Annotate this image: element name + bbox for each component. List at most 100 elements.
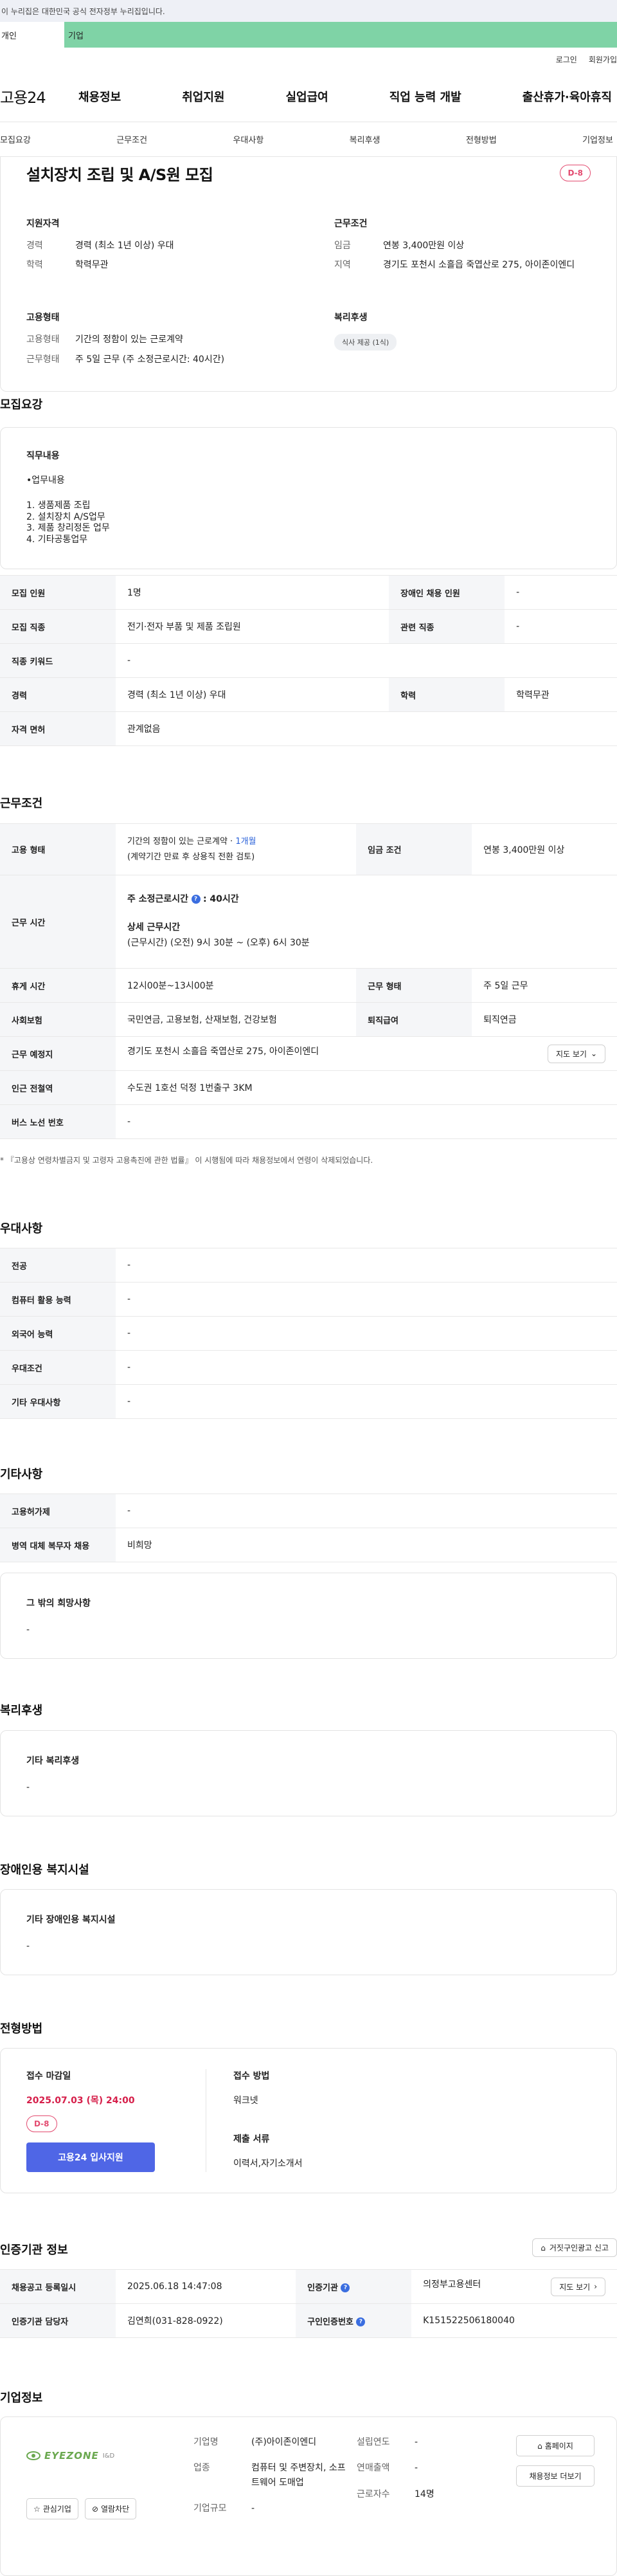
star-icon: ☆ — [33, 2504, 40, 2514]
gnb-item-jobs[interactable]: 채용정보 — [78, 88, 121, 105]
table-cell: 주 5일 근무 — [472, 968, 617, 1003]
work-heading: 근무조건 — [0, 797, 43, 810]
duty-label: 직무내용 — [26, 451, 60, 461]
duty-box: 직무내용 •업무내용 1. 생품제품 조립 2. 설치장치 A/S업무 3. 제… — [0, 427, 617, 569]
anchor-welfare[interactable]: 복리후생 — [350, 133, 380, 145]
anchor-preference[interactable]: 우대사항 — [233, 133, 264, 145]
method-value: 워크넷 — [233, 2096, 258, 2106]
etc-other-label: 그 밖의 희망사항 — [26, 1598, 91, 1609]
table-row: 자격 면허 관계없음 — [0, 711, 617, 746]
anchor-company[interactable]: 기업정보 — [582, 133, 613, 145]
selection-heading: 전형방법 — [0, 2022, 43, 2036]
company-actions: ⌂ 홈페이지 채용정보 더보기 — [516, 2435, 595, 2557]
help-icon[interactable]: ? — [356, 2317, 366, 2326]
table-cell: - — [116, 643, 617, 678]
anchor-work-conditions[interactable]: 근무조건 — [116, 133, 147, 145]
homepage-button[interactable]: ⌂ 홈페이지 — [516, 2435, 595, 2456]
welfare-heading: 복리후생 — [0, 1704, 43, 1717]
login-link[interactable]: 로그인 — [556, 54, 577, 65]
table-header-cell: 인증기관 ? — [296, 2269, 412, 2304]
hours-main-label: 주 소정근로시간 — [127, 894, 189, 905]
dday-badge: D-8 — [26, 2115, 57, 2132]
interest-company-label: 관심기업 — [42, 2505, 71, 2514]
homepage-button-label: 홈페이지 — [544, 2442, 573, 2451]
summary-edu-value: 학력무관 — [75, 260, 109, 271]
company-name-value: (주)아이존이엔디 — [251, 2437, 317, 2447]
table-header-cell: 관련 직종 — [389, 609, 505, 644]
disability-box: 기타 장애인용 복지시설 - — [0, 1889, 617, 1975]
summary-career-value: 경력 (최소 1년 이상) 우대 — [75, 241, 174, 251]
tab-company[interactable]: 기업 — [64, 22, 617, 48]
summary-qualification-heading: 지원자격 — [26, 219, 60, 229]
gnb-item-parental-leave[interactable]: 출산휴가·육아휴직 — [523, 88, 612, 105]
deadline-value: 2025.07.03 (목) 24:00 — [26, 2096, 135, 2106]
summary-emp-type-value: 기간의 정함이 있는 근로계약 — [75, 334, 183, 345]
gnb-item-unemployment-benefit[interactable]: 실업급여 — [286, 88, 328, 105]
cert-label: 구인인증번호 — [307, 2317, 353, 2327]
table-cell: - — [116, 1282, 617, 1317]
table-header-cell: 임금 조건 — [356, 823, 472, 875]
site-logo[interactable]: 고용24 — [0, 85, 78, 107]
table-row: 휴게 시간 12시00분~13시00분 근무 형태 주 5일 근무 — [0, 968, 617, 1003]
employees-value: 14명 — [415, 2489, 434, 2499]
contract-period-link[interactable]: 1개월 — [235, 837, 256, 846]
tab-personal[interactable]: 개인 — [0, 22, 64, 48]
company-logo: EYEZONE I&D — [26, 2443, 168, 2469]
summary-wage-value: 연봉 3,400만원 이상 — [383, 241, 465, 251]
table-cell: - — [116, 1384, 617, 1419]
help-icon[interactable]: ? — [341, 2283, 350, 2292]
report-button[interactable]: ⌂ 거짓구인광고 신고 — [532, 2238, 617, 2257]
gnb-item-vocational-training[interactable]: 직업 능력 개발 — [389, 88, 461, 105]
hours-detail-value: (근무시간) (오전) 9시 30분 ~ (오후) 6시 30분 — [127, 937, 310, 948]
agency-table: 채용공고 등록일시 2025.06.18 14:47:08 인증기관 ? 의정부고용센… — [0, 2269, 617, 2338]
disability-value: - — [26, 1941, 30, 1951]
company-box: EYEZONE I&D ☆ 관심기업 ⊘ 열람차단 기업명 (주)아이존이엔디 업종 컴… — [0, 2416, 617, 2576]
company-logo-sub: I&D — [102, 2452, 115, 2460]
join-link[interactable]: 회원가입 — [589, 54, 617, 65]
duty-line: 4. 기타공통업무 — [26, 534, 88, 545]
table-cell: 수도권 1호선 덕정 1번출구 3KM — [116, 1070, 617, 1105]
agency-map-button[interactable]: 지도 보기 › — [551, 2277, 605, 2296]
summary-wage-label: 임금 — [334, 241, 351, 251]
agency-value: 의정부고용센터 — [423, 2279, 481, 2290]
table-header-cell: 병역 대체 복무자 채용 — [0, 1528, 116, 1562]
gnb-item-employment-support[interactable]: 취업지원 — [182, 88, 224, 105]
company-info-col-1: 기업명 (주)아이존이엔디 업종 컴퓨터 및 주변장치, 소프트웨어 도매업 기업규… — [193, 2435, 348, 2557]
duty-line: 3. 제품 창리정돈 업무 — [26, 523, 110, 533]
table-cell: - — [116, 1248, 617, 1283]
docs-value: 이력서,자기소개서 — [233, 2159, 303, 2169]
table-row: 경력 경력 (최소 1년 이상) 우대 학력 학력무관 — [0, 677, 617, 712]
table-cell: - — [505, 575, 617, 610]
table-row: 고용 형태 기간의 정함이 있는 근로계약 · 1개월 (계약기간 만료 후 상용… — [0, 823, 617, 875]
work-table: 고용 형태 기간의 정함이 있는 근로계약 · 1개월 (계약기간 만료 후 상용… — [0, 823, 617, 1139]
table-row: 인증기관 담당자 김연희(031-828-0922) 구인인증번호 ? K151522… — [0, 2303, 617, 2338]
selection-box: 접수 마감일 2025.07.03 (목) 24:00 D-8 고용24 입사지… — [0, 2048, 617, 2193]
anchor-selection[interactable]: 전형방법 — [466, 133, 497, 145]
eye-icon — [26, 2451, 40, 2460]
table-header-cell: 근무 예정지 — [0, 1036, 116, 1071]
map-button[interactable]: 지도 보기 ⌄ — [547, 1044, 605, 1063]
etc-other-value: - — [26, 1625, 30, 1635]
docs-label: 제출 서류 — [233, 2134, 270, 2144]
etc-heading: 기타사항 — [0, 1468, 43, 1481]
company-size-label: 기업규모 — [193, 2503, 227, 2514]
table-row: 컴퓨터 활용 능력 - — [0, 1282, 617, 1317]
table-header-cell: 사회보험 — [0, 1002, 116, 1037]
block-icon: ⊘ — [91, 2504, 98, 2514]
hours-main-value: : 40시간 — [202, 894, 239, 905]
tab-personal-label: 개인 — [1, 31, 17, 41]
duty-line: 1. 생품제품 조립 — [26, 500, 91, 511]
table-cell: - — [116, 1316, 617, 1351]
job-title: 설치장치 조립 및 A/S원 모집 — [26, 166, 213, 184]
help-icon[interactable]: ? — [191, 895, 201, 904]
more-jobs-button[interactable]: 채용정보 더보기 — [516, 2465, 595, 2487]
summary-work-form-label: 근무형태 — [26, 354, 60, 365]
block-view-button[interactable]: ⊘ 열람차단 — [84, 2498, 137, 2519]
table-cell: 김연희(031-828-0922) — [116, 2303, 296, 2338]
etc-other-box: 그 밖의 희망사항 - — [0, 1573, 617, 1659]
chevron-right-icon: › — [594, 2282, 597, 2291]
disability-heading: 장애인용 복지시설 — [0, 1863, 89, 1877]
interest-company-button[interactable]: ☆ 관심기업 — [26, 2498, 78, 2519]
apply-button[interactable]: 고용24 입사지원 — [26, 2142, 155, 2172]
anchor-recruit[interactable]: 모집요강 — [0, 133, 31, 145]
